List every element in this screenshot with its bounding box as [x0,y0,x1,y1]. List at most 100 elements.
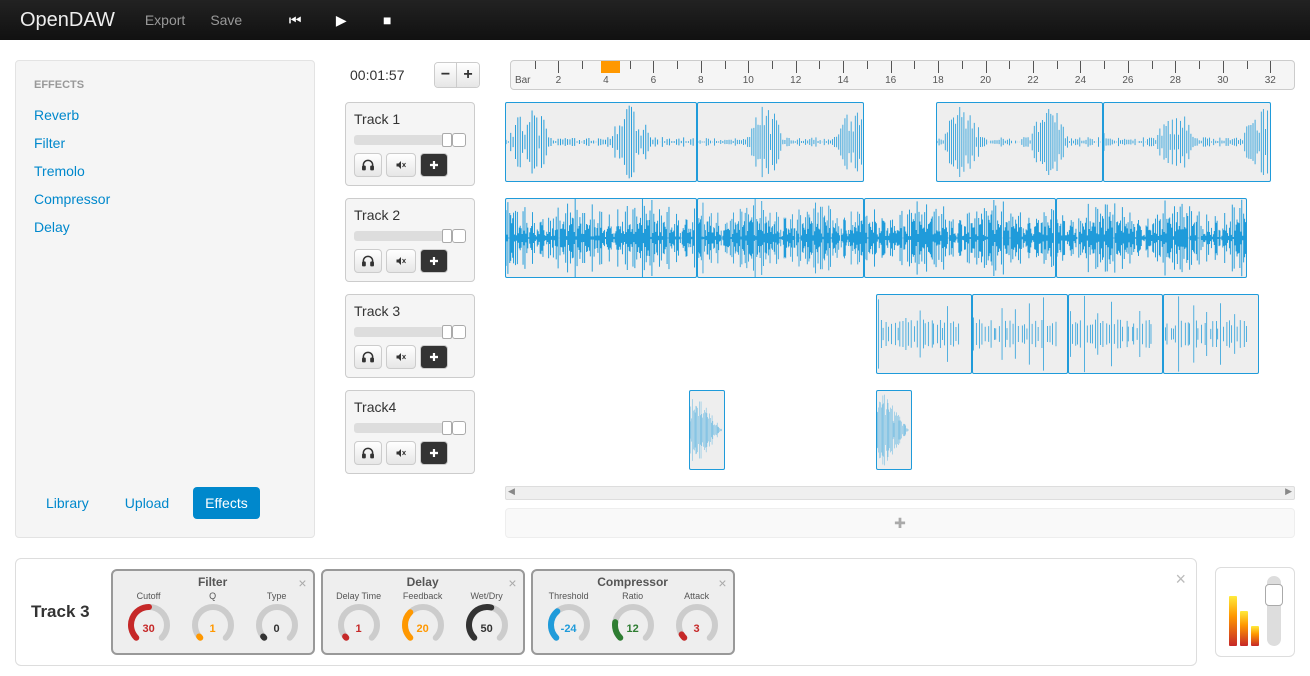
zoom-group: − + [434,62,480,88]
time-display: 00:01:57 [350,67,430,83]
timeline-label: 2 [556,75,562,86]
knob-wetdry[interactable]: 50 [465,603,509,647]
fx-close-icon[interactable]: × [508,575,516,591]
audio-clip[interactable] [1056,198,1248,278]
track-header: Track4 ✚ [345,390,475,474]
mute-button[interactable] [386,249,416,273]
audio-clip[interactable] [697,198,865,278]
knob-value: 30 [127,623,171,635]
track-mute-toggle[interactable] [452,421,466,435]
track-lane[interactable] [505,198,1295,280]
fx-close-icon[interactable]: × [718,575,726,591]
knob-value: -24 [547,623,591,635]
headphones-button[interactable] [354,345,382,369]
effect-item-tremolo[interactable]: Tremolo [34,157,296,185]
fx-close-icon[interactable]: × [298,575,306,591]
timeline-label: 18 [933,75,944,86]
knob-attack[interactable]: 3 [675,603,719,647]
timeline-label: 6 [651,75,657,86]
zoom-out-button[interactable]: − [435,63,457,87]
knob-delaytime[interactable]: 1 [337,603,381,647]
tab-upload[interactable]: Upload [113,487,181,519]
knob-label: Threshold [539,591,599,601]
tab-effects[interactable]: Effects [193,487,260,519]
playhead-marker[interactable] [601,61,620,73]
effect-item-delay[interactable]: Delay [34,213,296,241]
rewind-button[interactable]: ⏮ [287,12,303,29]
track-name: Track4 [354,399,466,415]
audio-clip[interactable] [1103,102,1271,182]
add-effect-button[interactable]: ✚ [420,249,448,273]
knob-cutoff[interactable]: 30 [127,603,171,647]
audio-clip[interactable] [1163,294,1259,374]
timeline-label: 30 [1217,75,1228,86]
play-button[interactable]: ▶ [333,12,349,29]
audio-clip[interactable] [876,294,972,374]
headphones-button[interactable] [354,441,382,465]
tab-library[interactable]: Library [34,487,101,519]
fx-box-filter: Filter × Cutoff 30 Q 1 Type 0 [111,569,315,655]
effect-item-compressor[interactable]: Compressor [34,185,296,213]
track-mute-toggle[interactable] [452,325,466,339]
zoom-in-button[interactable]: + [457,63,479,87]
fx-panel-track-name: Track 3 [26,602,105,622]
track-volume-slider[interactable] [354,133,466,147]
audio-clip[interactable] [697,102,865,182]
audio-clip[interactable] [936,102,1104,182]
timeline-ruler[interactable]: Bar2468101214161820222426283032 [510,60,1295,90]
headphones-button[interactable] [354,153,382,177]
track-volume-slider[interactable] [354,421,466,435]
audio-clip[interactable] [689,390,725,470]
add-effect-button[interactable]: ✚ [420,441,448,465]
timeline-label: 12 [790,75,801,86]
horizontal-scrollbar[interactable] [505,486,1295,500]
knob-ratio[interactable]: 12 [611,603,655,647]
track-lane[interactable] [505,390,1295,472]
master-volume-slider[interactable] [1267,576,1281,646]
track-header: Track 2 ✚ [345,198,475,282]
audio-clip[interactable] [972,294,1068,374]
mute-button[interactable] [386,153,416,177]
track-lane[interactable] [505,294,1295,376]
audio-clip[interactable] [505,102,697,182]
navbar: OpenDAW Export Save ⏮ ▶ ■ [0,0,1310,40]
knob-value: 12 [611,623,655,635]
stop-button[interactable]: ■ [379,12,395,28]
track-header: Track 3 ✚ [345,294,475,378]
knob-threshold[interactable]: -24 [547,603,591,647]
app-brand: OpenDAW [20,9,115,32]
audio-clip[interactable] [864,198,1056,278]
audio-clip[interactable] [505,198,697,278]
export-link[interactable]: Export [145,12,185,28]
save-link[interactable]: Save [210,12,242,28]
knob-label: Ratio [603,591,663,601]
track-row: Track 2 ✚ [345,198,1295,282]
track-volume-slider[interactable] [354,325,466,339]
effect-item-filter[interactable]: Filter [34,129,296,157]
track-volume-slider[interactable] [354,229,466,243]
knob-label: Type [247,591,307,601]
knob-type[interactable]: 0 [255,603,299,647]
headphones-button[interactable] [354,249,382,273]
audio-clip[interactable] [876,390,912,470]
timeline-label: 8 [698,75,704,86]
effect-item-reverb[interactable]: Reverb [34,101,296,129]
knob-q[interactable]: 1 [191,603,235,647]
add-effect-button[interactable]: ✚ [420,345,448,369]
track-name: Track 1 [354,111,466,127]
add-effect-button[interactable]: ✚ [420,153,448,177]
meter-bar [1229,596,1237,646]
mute-button[interactable] [386,441,416,465]
sidebar: Effects ReverbFilterTremoloCompressorDel… [15,60,315,538]
mute-button[interactable] [386,345,416,369]
sidebar-tabs: Library Upload Effects [34,487,296,519]
close-fx-panel-icon[interactable]: × [1175,569,1186,590]
timeline-label: 16 [885,75,896,86]
timeline-label: 22 [1027,75,1038,86]
track-mute-toggle[interactable] [452,133,466,147]
audio-clip[interactable] [1068,294,1164,374]
add-track-button[interactable]: ✚ [505,508,1295,538]
track-lane[interactable] [505,102,1295,184]
track-mute-toggle[interactable] [452,229,466,243]
knob-feedback[interactable]: 20 [401,603,445,647]
